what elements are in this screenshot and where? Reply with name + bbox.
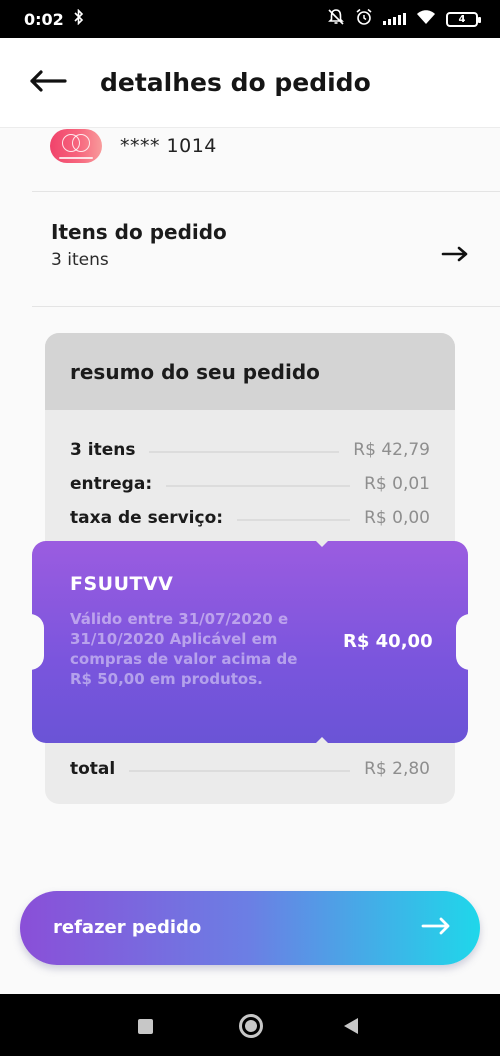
- reorder-button[interactable]: refazer pedido: [20, 891, 480, 965]
- order-items-count: 3 itens: [51, 250, 109, 270]
- home-icon[interactable]: [239, 1014, 263, 1038]
- arrow-left-icon: [29, 69, 67, 96]
- status-left: 0:02: [24, 8, 84, 29]
- summary-line-label: taxa de serviço:: [70, 508, 224, 528]
- order-summary-title: resumo do seu pedido: [45, 333, 455, 410]
- page-title: detalhes do pedido: [100, 68, 371, 97]
- app-header: detalhes do pedido: [0, 38, 500, 128]
- ticket-perforation: [316, 541, 328, 547]
- alarm-icon: [355, 8, 373, 30]
- ticket-perforation: [316, 737, 328, 743]
- leader-line: [166, 485, 351, 487]
- back-triangle-icon[interactable]: [344, 1018, 358, 1034]
- back-button[interactable]: [0, 38, 100, 128]
- arrow-right-icon[interactable]: [441, 245, 469, 267]
- summary-line-value: R$ 0,00: [364, 508, 430, 528]
- ticket-notch: [16, 614, 44, 670]
- coupon-discount-value: R$ 40,00: [343, 631, 433, 652]
- ticket-notch: [456, 614, 484, 670]
- summary-line-label: 3 itens: [70, 440, 136, 460]
- notifications-off-icon: [327, 8, 345, 30]
- leader-line: [149, 451, 340, 453]
- order-items-title: Itens do pedido: [51, 220, 227, 244]
- summary-total: total R$ 2,80: [70, 757, 430, 781]
- summary-line-label: entrega:: [70, 474, 153, 494]
- status-bar: 0:02 4: [0, 0, 500, 38]
- reorder-button-label: refazer pedido: [53, 917, 202, 938]
- summary-line-value: R$ 0,01: [364, 474, 430, 494]
- summary-line-items: 3 itens R$ 42,79: [70, 438, 430, 462]
- summary-line-delivery: entrega: R$ 0,01: [70, 472, 430, 496]
- battery-level: 4: [458, 13, 466, 25]
- signal-icon: [383, 13, 406, 25]
- leader-line: [237, 519, 351, 521]
- system-nav-bar: [0, 994, 500, 1056]
- status-time: 0:02: [24, 9, 64, 29]
- summary-line-value: R$ 42,79: [353, 440, 430, 460]
- leader-line: [129, 770, 351, 772]
- battery-icon: 4: [446, 11, 481, 27]
- wifi-icon: [416, 9, 436, 29]
- order-items-row[interactable]: Itens do pedido 3 itens: [0, 192, 500, 306]
- mastercard-icon: [50, 128, 102, 163]
- total-value: R$ 2,80: [364, 759, 430, 779]
- summary-line-service-fee: taxa de serviço: R$ 0,00: [70, 506, 430, 530]
- bluetooth-icon: [74, 8, 84, 29]
- recents-icon[interactable]: [138, 1019, 153, 1034]
- coupon-description: Válido entre 31/07/2020 e 31/10/2020 Apl…: [70, 610, 298, 688]
- arrow-right-icon: [421, 916, 451, 940]
- divider: [32, 306, 500, 307]
- card-number: **** 1014: [120, 134, 217, 157]
- payment-method: **** 1014: [50, 128, 217, 163]
- coupon-ticket: FSUUTVV Válido entre 31/07/2020 e 31/10/…: [16, 541, 484, 743]
- total-label: total: [70, 759, 116, 779]
- order-details-content[interactable]: **** 1014 Itens do pedido 3 itens resumo…: [0, 128, 500, 994]
- coupon-code: FSUUTVV: [70, 573, 174, 595]
- status-right: 4: [327, 8, 481, 30]
